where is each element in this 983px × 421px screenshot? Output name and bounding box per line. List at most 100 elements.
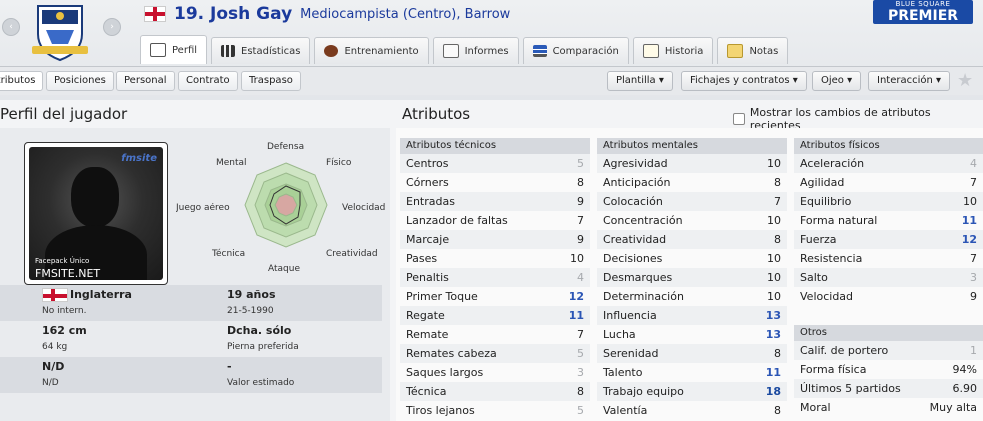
attribute-row[interactable]: Equilibrio 10	[794, 192, 983, 211]
profile-title: Perfil del jugador	[0, 105, 128, 123]
attribute-row[interactable]: Calif. de portero 1	[794, 341, 983, 360]
tab-historia[interactable]: Historia	[632, 37, 714, 64]
info-row-height: 162 cm 64 kg Dcha. sólo Pierna preferida	[0, 321, 382, 357]
forward-arrow-icon[interactable]: ›	[103, 18, 121, 36]
attribute-value: 8	[577, 176, 584, 189]
plantilla-dropdown[interactable]: Plantilla ▾	[607, 71, 673, 91]
physical-attributes-list: Aceleración 4 Agilidad 7 Equilibrio 10 Forma n…	[794, 154, 983, 306]
star-icon[interactable]: ★	[957, 70, 973, 91]
attribute-row[interactable]: Fuerza 12	[794, 230, 983, 249]
attribute-value: 8	[774, 176, 781, 189]
attribute-value: 10	[767, 157, 781, 170]
attribute-value: 7	[577, 328, 584, 341]
attribute-row[interactable]: Pases 10	[400, 249, 590, 268]
attribute-name: Regate	[406, 309, 445, 322]
league-logo[interactable]: BLUE SQUARE PREMIER	[873, 0, 973, 24]
attribute-row[interactable]: Últimos 5 partidos 6.90	[794, 379, 983, 398]
notes-icon	[727, 44, 744, 58]
attribute-row[interactable]: Técnica 8	[400, 382, 590, 401]
tab-estadisticas[interactable]: Estadísticas	[211, 37, 311, 64]
tab-entrenamiento[interactable]: Entrenamiento	[314, 37, 429, 64]
attribute-row[interactable]: Colocación 7	[597, 192, 787, 211]
subtab-posiciones[interactable]: Posiciones	[46, 71, 114, 91]
subtab-traspaso[interactable]: Traspaso	[241, 71, 301, 91]
attribute-row[interactable]: Concentración 10	[597, 211, 787, 230]
attribute-value: 13	[765, 309, 781, 322]
attribute-row[interactable]: Aceleración 4	[794, 154, 983, 173]
attribute-row[interactable]: Centros 5	[400, 154, 590, 173]
history-icon	[642, 44, 659, 58]
checkbox-icon[interactable]	[733, 113, 745, 125]
info-row-nationality: Inglaterra No intern. 19 años 21-5-1990	[0, 285, 382, 321]
attribute-name: Colocación	[603, 195, 663, 208]
dropdown-label: Plantilla	[616, 75, 656, 86]
england-flag-icon	[42, 288, 68, 302]
attribute-row[interactable]: Velocidad 9	[794, 287, 983, 306]
attribute-name: Influencia	[603, 309, 657, 322]
attribute-name: Resistencia	[800, 252, 863, 265]
attribute-row[interactable]: Tiros lejanos 5	[400, 401, 590, 420]
subtab-atributos[interactable]: Atributos	[0, 71, 44, 91]
interaccion-dropdown[interactable]: Interacción ▾	[868, 71, 951, 91]
attribute-row[interactable]: Anticipación 8	[597, 173, 787, 192]
attribute-name: Concentración	[603, 214, 683, 227]
fmsite-badge: fmsite	[121, 153, 157, 164]
radar-label-defensa: Defensa	[267, 142, 305, 152]
subtab-contrato[interactable]: Contrato	[178, 71, 238, 91]
attribute-row[interactable]: Serenidad 8	[597, 344, 787, 363]
attribute-name: Técnica	[406, 385, 447, 398]
attribute-value: 3	[577, 366, 584, 379]
attribute-row[interactable]: Agilidad 7	[794, 173, 983, 192]
tab-notas[interactable]: Notas	[717, 37, 789, 64]
attribute-row[interactable]: Remate 7	[400, 325, 590, 344]
attribute-row[interactable]: Determinación 10	[597, 287, 787, 306]
attribute-row[interactable]: Decisiones 10	[597, 249, 787, 268]
attribute-row[interactable]: Lucha 13	[597, 325, 787, 344]
technical-header: Atributos técnicos	[400, 138, 590, 154]
attribute-row[interactable]: Remates cabeza 5	[400, 344, 590, 363]
attribute-name: Calif. de portero	[800, 344, 889, 357]
attribute-row[interactable]: Influencia 13	[597, 306, 787, 325]
attribute-row[interactable]: Lanzador de faltas 7	[400, 211, 590, 230]
attribute-name: Córners	[406, 176, 449, 189]
attribute-row[interactable]: Primer Toque 12	[400, 287, 590, 306]
tab-comparacion[interactable]: Comparación	[522, 37, 629, 64]
bar-chart-icon	[221, 45, 236, 57]
attribute-row[interactable]: Marcaje 9	[400, 230, 590, 249]
attribute-row[interactable]: Resistencia 7	[794, 249, 983, 268]
tab-label: Perfil	[172, 44, 198, 56]
back-arrow-icon[interactable]: ‹	[2, 18, 20, 36]
attribute-row[interactable]: Agresividad 10	[597, 154, 787, 173]
attribute-row[interactable]: Salto 3	[794, 268, 983, 287]
mental-header: Atributos mentales	[597, 138, 787, 154]
attribute-row[interactable]: Penaltis 4	[400, 268, 590, 287]
attribute-row[interactable]: Saques largos 3	[400, 363, 590, 382]
attribute-row[interactable]: Valentía 8	[597, 401, 787, 420]
player-position-club[interactable]: Mediocampista (Centro), Barrow	[300, 7, 510, 22]
dropdown-label: Interacción	[877, 75, 933, 86]
attribute-value: 5	[577, 404, 584, 417]
attribute-row[interactable]: Creatividad 8	[597, 230, 787, 249]
fichajes-dropdown[interactable]: Fichajes y contratos ▾	[681, 71, 807, 91]
attribute-row[interactable]: Forma física 94%	[794, 360, 983, 379]
tab-perfil[interactable]: Perfil	[140, 35, 208, 64]
attribute-value: 5	[577, 157, 584, 170]
ojeo-dropdown[interactable]: Ojeo ▾	[812, 71, 862, 91]
preferred-foot: Dcha. sólo	[227, 324, 292, 337]
attribute-value: 9	[577, 233, 584, 246]
tab-informes[interactable]: Informes	[432, 37, 519, 64]
attribute-row[interactable]: Moral Muy alta	[794, 398, 983, 417]
attribute-name: Centros	[406, 157, 449, 170]
attribute-name: Salto	[800, 271, 828, 284]
attribute-name: Entradas	[406, 195, 455, 208]
attribute-value: 11	[765, 366, 781, 379]
other-attributes-list: Calif. de portero 1 Forma física 94% Últimos…	[794, 341, 983, 417]
attribute-row[interactable]: Regate 11	[400, 306, 590, 325]
attribute-row[interactable]: Forma natural 11	[794, 211, 983, 230]
subtab-personal[interactable]: Personal	[116, 71, 175, 91]
attribute-row[interactable]: Córners 8	[400, 173, 590, 192]
attribute-row[interactable]: Desmarques 10	[597, 268, 787, 287]
attribute-row[interactable]: Talento 11	[597, 363, 787, 382]
attribute-row[interactable]: Trabajo equipo 18	[597, 382, 787, 401]
attribute-row[interactable]: Entradas 9	[400, 192, 590, 211]
